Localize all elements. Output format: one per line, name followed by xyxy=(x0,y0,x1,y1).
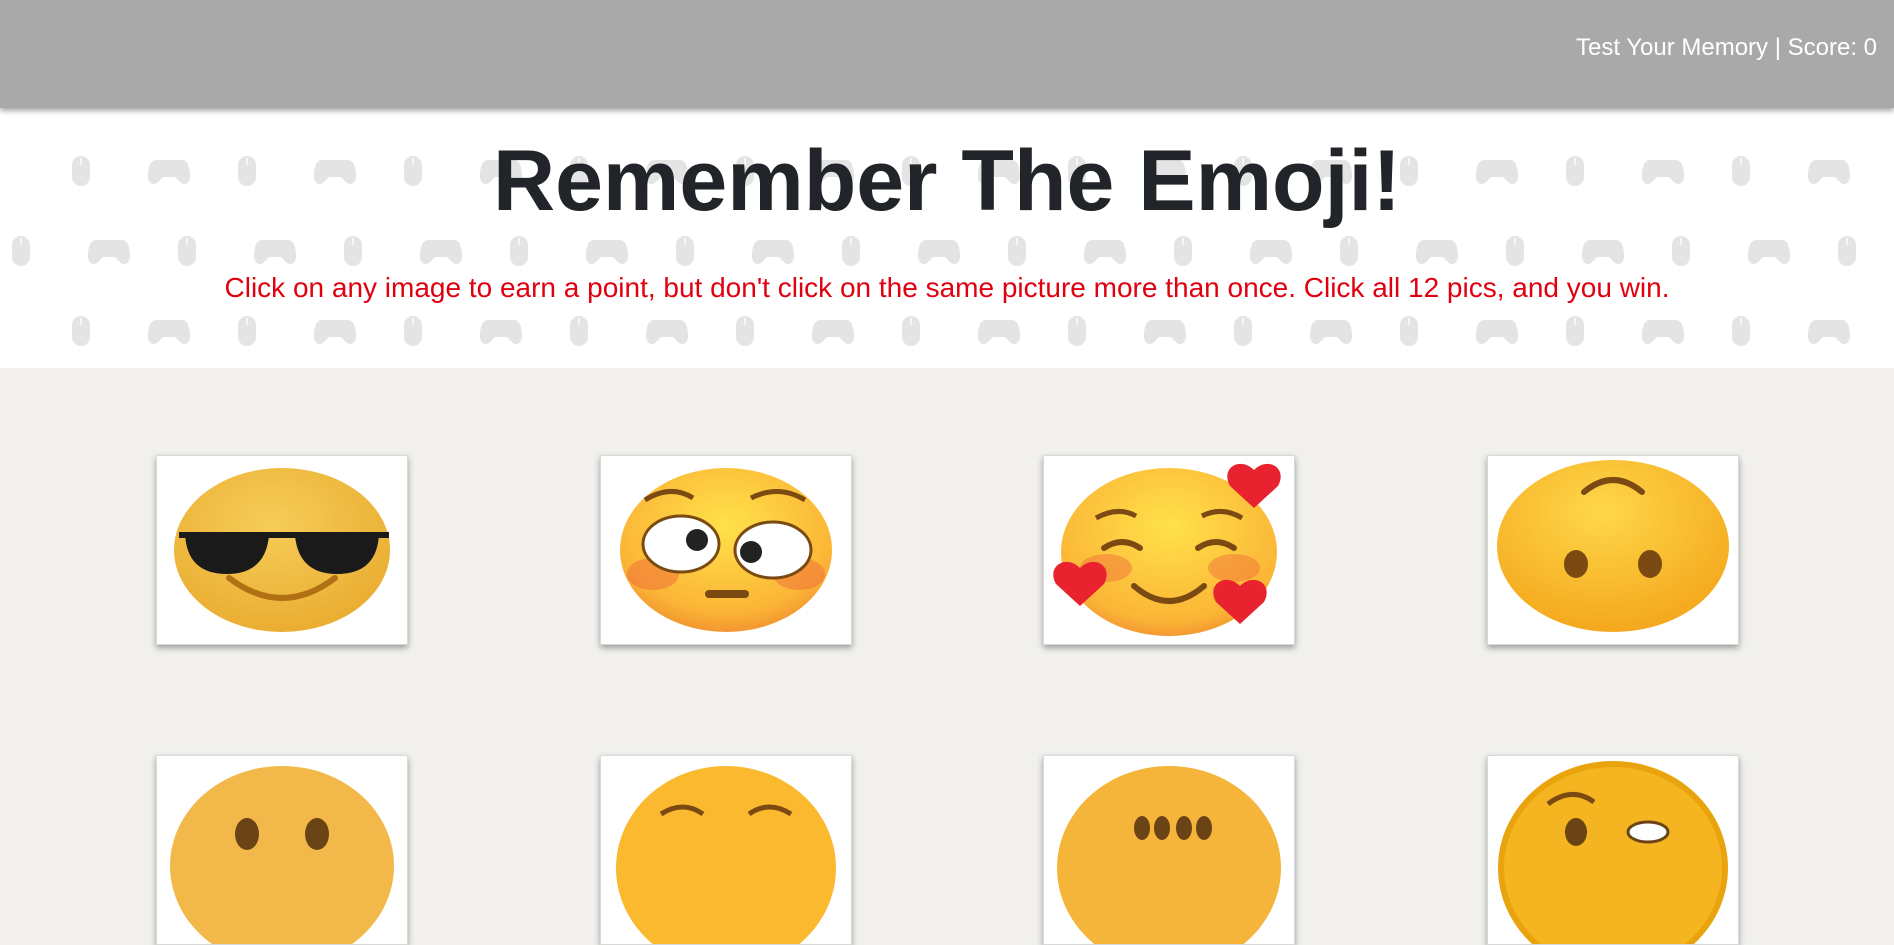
smiling-eyes-emoji-icon xyxy=(1057,766,1281,944)
gamepad-pattern-icon xyxy=(752,238,794,266)
mouse-pattern-icon xyxy=(404,316,422,346)
emoji-card-row2-1[interactable] xyxy=(156,755,408,945)
gamepad-pattern-icon xyxy=(1144,318,1186,346)
pattern-row xyxy=(0,236,1894,276)
emoji-card-upside-down[interactable] xyxy=(1487,455,1739,645)
mouse-pattern-icon xyxy=(238,316,256,346)
pattern-row xyxy=(0,316,1894,356)
navbar: Test Your Memory | Score: 0 xyxy=(0,0,1894,108)
mouse-pattern-icon xyxy=(1838,236,1856,266)
gamepad-pattern-icon xyxy=(1250,238,1292,266)
gamepad-pattern-icon xyxy=(254,238,296,266)
emoji-card-row2-2[interactable] xyxy=(600,755,852,945)
mouse-pattern-icon xyxy=(1672,236,1690,266)
mouse-pattern-icon xyxy=(902,316,920,346)
smiling-face-with-hearts-icon xyxy=(1053,463,1281,636)
mouse-pattern-icon xyxy=(676,236,694,266)
emoji-card-flushed-sideeye[interactable] xyxy=(600,455,852,645)
gamepad-pattern-icon xyxy=(420,238,462,266)
gamepad-pattern-icon xyxy=(586,238,628,266)
emoji-card-sunglasses[interactable] xyxy=(156,455,408,645)
mouse-pattern-icon xyxy=(1340,236,1358,266)
mouse-pattern-icon xyxy=(344,236,362,266)
mouse-pattern-icon xyxy=(72,316,90,346)
raised-eyebrow-emoji-icon xyxy=(1498,761,1728,944)
gamepad-pattern-icon xyxy=(978,318,1020,346)
sunglasses-emoji-icon xyxy=(174,468,390,632)
mouse-pattern-icon xyxy=(12,236,30,266)
gamepad-pattern-icon xyxy=(1582,238,1624,266)
page-title: Remember The Emoji! xyxy=(493,133,1401,229)
hero-banner: Remember The Emoji! Click on any image t… xyxy=(0,108,1894,368)
gamepad-pattern-icon xyxy=(314,318,356,346)
mouse-pattern-icon xyxy=(510,236,528,266)
gamepad-pattern-icon xyxy=(148,318,190,346)
gamepad-pattern-icon xyxy=(88,238,130,266)
mouse-pattern-icon xyxy=(1008,236,1026,266)
gamepad-pattern-icon xyxy=(1084,238,1126,266)
mouse-pattern-icon xyxy=(1174,236,1192,266)
gamepad-pattern-icon xyxy=(646,318,688,346)
gamepad-pattern-icon xyxy=(1808,318,1850,346)
gamepad-pattern-icon xyxy=(480,318,522,346)
gamepad-pattern-icon xyxy=(918,238,960,266)
mouse-pattern-icon xyxy=(1234,316,1252,346)
emoji-card-row2-3[interactable] xyxy=(1043,755,1295,945)
mouse-pattern-icon xyxy=(842,236,860,266)
upside-down-face-icon xyxy=(1497,460,1729,632)
smiley-emoji-icon xyxy=(170,766,394,944)
mouse-pattern-icon xyxy=(1732,316,1750,346)
instructions-text: Click on any image to earn a point, but … xyxy=(224,272,1670,303)
mouse-pattern-icon xyxy=(1400,316,1418,346)
mouse-pattern-icon xyxy=(1506,236,1524,266)
emoji-card-smiling-hearts[interactable] xyxy=(1043,455,1295,645)
gamepad-pattern-icon xyxy=(1416,238,1458,266)
relieved-emoji-icon xyxy=(616,766,836,944)
mouse-pattern-icon xyxy=(1068,316,1086,346)
emoji-card-row2-4[interactable] xyxy=(1487,755,1739,945)
gamepad-pattern-icon xyxy=(1310,318,1352,346)
mouse-pattern-icon xyxy=(1566,316,1584,346)
score-status: Test Your Memory | Score: 0 xyxy=(1575,34,1877,61)
flushed-eyes-emoji-icon xyxy=(620,468,832,632)
gamepad-pattern-icon xyxy=(812,318,854,346)
gamepad-pattern-icon xyxy=(1642,318,1684,346)
gamepad-pattern-icon xyxy=(1476,318,1518,346)
gamepad-pattern-icon xyxy=(1748,238,1790,266)
mouse-pattern-icon xyxy=(178,236,196,266)
mouse-pattern-icon xyxy=(570,316,588,346)
mouse-pattern-icon xyxy=(736,316,754,346)
